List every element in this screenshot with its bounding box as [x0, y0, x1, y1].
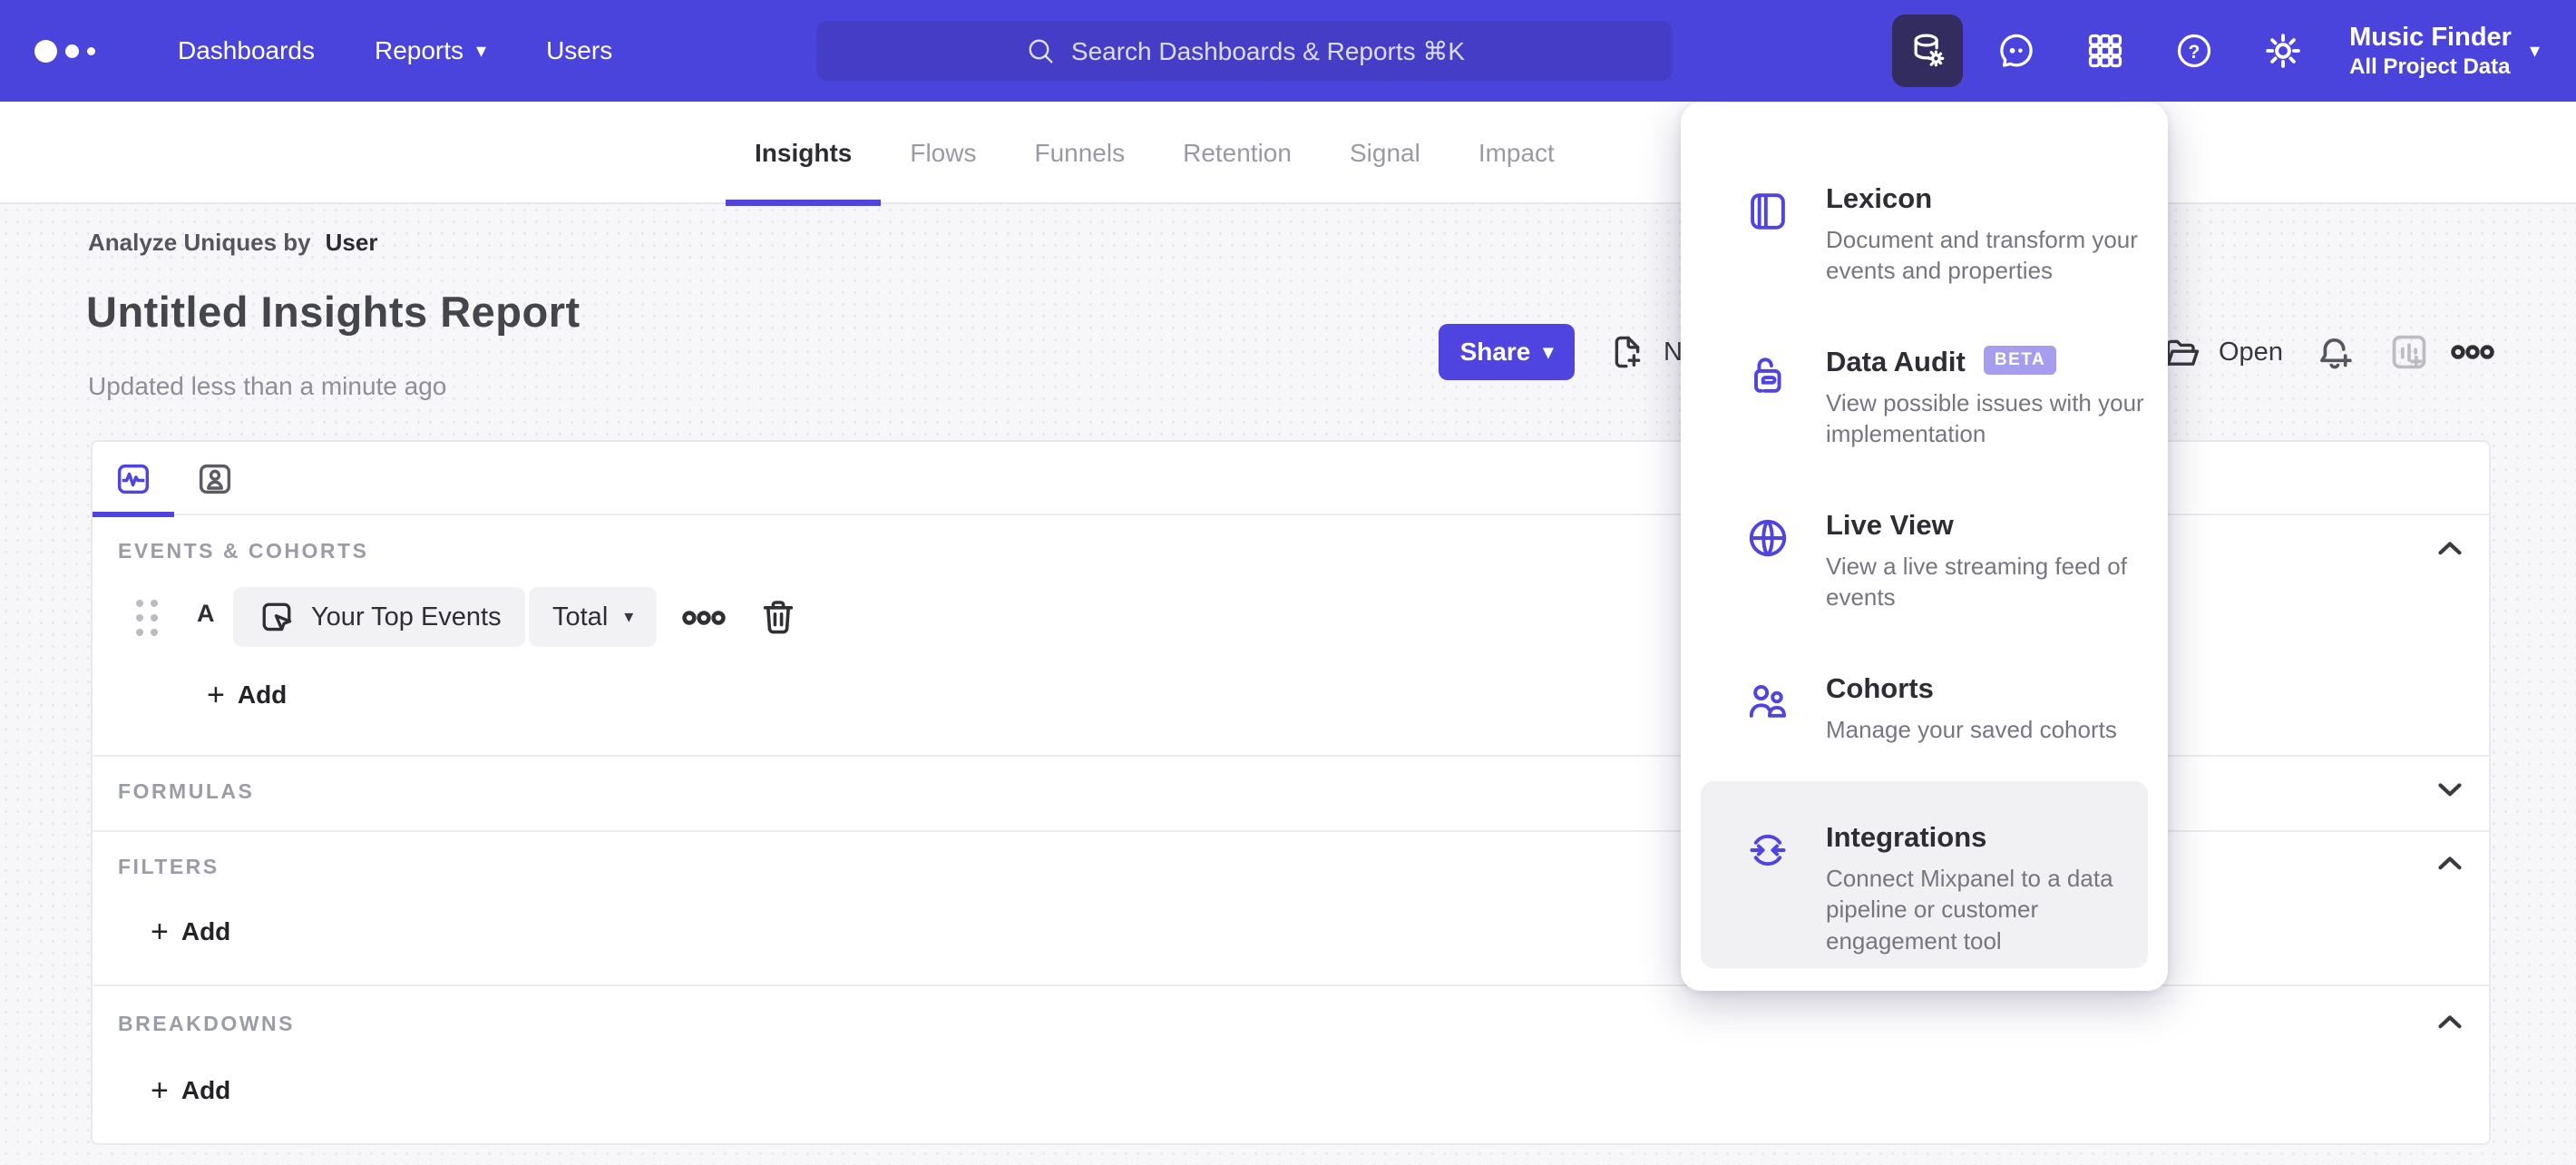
nav-item-users[interactable]: Users: [546, 36, 612, 65]
apps-grid-button[interactable]: [2070, 15, 2141, 87]
new-document-icon: [1615, 336, 1641, 368]
drag-handle[interactable]: [136, 600, 158, 636]
add-breakdown-button[interactable]: + Add: [151, 1075, 230, 1106]
data-audit-lock-icon: [1754, 357, 1781, 393]
tab-flows[interactable]: Flows: [881, 102, 1005, 204]
chart-plus-icon: [2392, 335, 2426, 369]
menu-item-cohorts[interactable]: Cohorts Manage your saved cohorts: [1681, 672, 2168, 745]
row-more-button[interactable]: [680, 594, 727, 641]
person-card-icon: [199, 464, 231, 494]
ellipsis-icon: [2451, 345, 2494, 359]
gear-icon: [2266, 34, 2300, 68]
nav-item-dashboards[interactable]: Dashboards: [178, 36, 315, 65]
plus-icon: +: [151, 915, 169, 949]
tab-impact[interactable]: Impact: [1449, 102, 1584, 204]
nav-right-controls: ? Music Finder All Project Data ▾: [1892, 0, 2576, 102]
feedback-bubble-icon: [2000, 34, 2033, 67]
help-icon: ?: [2177, 34, 2211, 68]
open-report-button[interactable]: Open: [2161, 324, 2283, 380]
filters-section-label: FILTERS: [118, 855, 220, 878]
project-scope: All Project Data: [2349, 54, 2511, 80]
events-mode-tab[interactable]: [93, 442, 174, 517]
project-selector[interactable]: Music Finder All Project Data ▾: [2349, 21, 2540, 81]
add-to-dashboard-button[interactable]: [2386, 324, 2433, 380]
caret-down-icon: ▾: [1543, 340, 1554, 363]
ellipsis-icon: [682, 611, 726, 625]
search-icon: [1029, 39, 1053, 64]
event-selector[interactable]: Your Top Events: [233, 587, 525, 647]
cohorts-people-icon: [1749, 685, 1786, 718]
events-section-label: EVENTS & COHORTS: [118, 539, 369, 563]
breakdowns-collapse-chevron-up-icon[interactable]: [2431, 1003, 2469, 1041]
caret-down-icon: ▾: [2529, 39, 2540, 62]
grid-icon: [2088, 34, 2122, 68]
trash-icon: [763, 601, 794, 634]
formulas-section-label: FORMULAS: [118, 779, 255, 803]
nav-item-reports[interactable]: Reports ▾: [375, 36, 486, 65]
search-input[interactable]: Search Dashboards & Reports ⌘K: [816, 21, 1673, 81]
caret-down-icon: ▾: [476, 39, 487, 62]
menu-item-lexicon[interactable]: Lexicon Document and transform your even…: [1681, 182, 2168, 287]
svg-text:?: ?: [2189, 42, 2200, 63]
tab-funnels[interactable]: Funnels: [1005, 102, 1154, 204]
search-placeholder: Search Dashboards & Reports ⌘K: [1070, 36, 1466, 65]
beta-badge: BETA: [1983, 346, 2057, 375]
breakdowns-section-label: BREAKDOWNS: [118, 1012, 295, 1035]
row-letter: A: [197, 600, 215, 627]
add-event-button[interactable]: + Add: [207, 680, 287, 710]
tab-signal[interactable]: Signal: [1321, 102, 1449, 204]
tab-retention[interactable]: Retention: [1154, 102, 1321, 204]
settings-button[interactable]: [2248, 15, 2318, 87]
lexicon-book-icon: [1751, 193, 1785, 230]
events-collapse-chevron-up-icon[interactable]: [2431, 529, 2469, 567]
data-management-menu: Lexicon Document and transform your even…: [1681, 103, 2168, 991]
top-nav: Dashboards Reports ▾ Users Search Dashbo…: [0, 0, 2576, 102]
more-actions-button[interactable]: [2449, 324, 2496, 380]
bell-plus-icon: [2320, 338, 2352, 369]
plus-icon: +: [207, 678, 225, 712]
add-filter-button[interactable]: + Add: [151, 916, 230, 947]
add-alert-button[interactable]: [2311, 324, 2358, 380]
data-management-button[interactable]: [1892, 15, 1964, 87]
cursor-click-icon: [262, 602, 292, 631]
tab-insights[interactable]: Insights: [726, 102, 882, 206]
database-gear-icon: [1914, 34, 1945, 67]
metric-selector[interactable]: Total ▾: [529, 587, 658, 647]
breadcrumb: Analyze Uniques by User: [88, 229, 377, 257]
pulse-chart-icon: [117, 464, 150, 494]
profiles-mode-tab[interactable]: [174, 442, 256, 515]
caret-down-icon: ▾: [624, 607, 634, 627]
page-title[interactable]: Untitled Insights Report: [86, 287, 581, 337]
analyze-uniques-value[interactable]: User: [326, 229, 378, 257]
feedback-button[interactable]: [1981, 15, 2052, 87]
mixpanel-insights-page: Dashboards Reports ▾ Users Search Dashbo…: [0, 0, 2576, 1165]
report-tabbar: Insights Flows Funnels Retention Signal …: [0, 102, 2576, 206]
mixpanel-logo-icon[interactable]: [34, 39, 118, 63]
integrations-sync-icon: [1750, 834, 1786, 866]
live-view-globe-icon: [1749, 519, 1787, 557]
plus-icon: +: [151, 1073, 169, 1108]
menu-item-live-view[interactable]: Live View View a live streaming feed of …: [1681, 509, 2168, 613]
updated-timestamp: Updated less than a minute ago: [88, 372, 447, 400]
primary-nav: Dashboards Reports ▾ Users: [178, 36, 612, 65]
project-name: Music Finder: [2349, 22, 2512, 52]
formulas-expand-chevron-down-icon[interactable]: [2431, 770, 2469, 808]
filters-collapse-chevron-up-icon[interactable]: [2431, 844, 2469, 882]
delete-row-button[interactable]: [756, 595, 800, 639]
share-button[interactable]: Share ▾: [1439, 324, 1575, 380]
help-button[interactable]: ?: [2159, 15, 2230, 87]
analyze-uniques-label: Analyze Uniques by: [88, 229, 311, 256]
menu-item-integrations[interactable]: Integrations Connect Mixpanel to a data …: [1701, 781, 2148, 968]
menu-item-data-audit[interactable]: Data Audit BETA View possible issues wit…: [1681, 346, 2168, 450]
